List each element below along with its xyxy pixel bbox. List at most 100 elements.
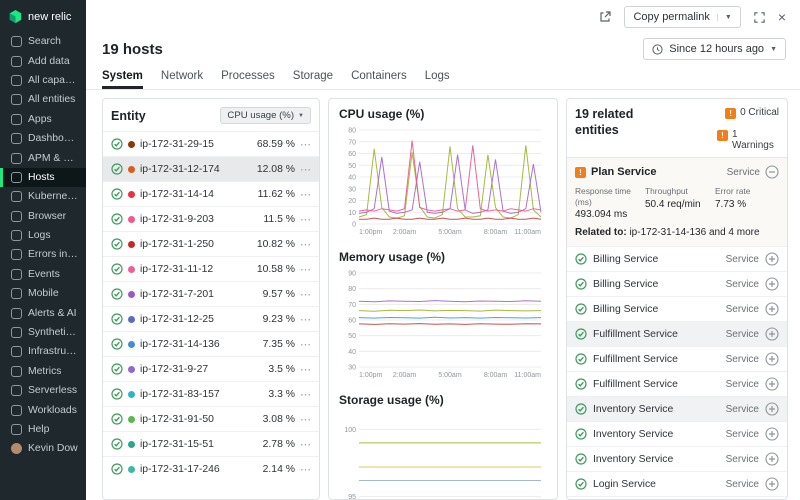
expand-service-button[interactable]	[765, 427, 779, 441]
row-menu-icon[interactable]: ⋯	[300, 263, 311, 276]
row-menu-icon[interactable]: ⋯	[300, 238, 311, 251]
row-menu-icon[interactable]: ⋯	[300, 188, 311, 201]
expand-service-button[interactable]	[765, 477, 779, 491]
sidebar-item-all-entities[interactable]: All entities	[0, 90, 86, 109]
expand-service-button[interactable]	[765, 277, 779, 291]
host-row[interactable]: ip-172-31-11-12 10.58 % ⋯	[103, 256, 319, 281]
cpu-usage-plot: 80 70 60 50 40 30 20 10 01:00pm 2:00am 5:00am 8:00a…	[348, 128, 542, 236]
sidebar-item-logs[interactable]: Logs	[0, 226, 86, 245]
related-service-row[interactable]: Fulfillment Service Service	[567, 371, 787, 396]
row-menu-icon[interactable]: ⋯	[300, 388, 311, 401]
sidebar-item-errors-inbox[interactable]: Errors inbox	[0, 245, 86, 264]
related-service-row[interactable]: Inventory Service Service	[567, 446, 787, 471]
related-service-row[interactable]: Inventory Service Service	[567, 396, 787, 421]
expanded-service-card: ! Plan Service Service Response time (ms…	[567, 157, 787, 246]
sidebar-item-kevin-dow[interactable]: Kevin Dow	[0, 439, 86, 458]
row-menu-icon[interactable]: ⋯	[300, 213, 311, 226]
sidebar-item-infrastructure[interactable]: Infrastructure	[0, 342, 86, 361]
close-icon[interactable]: ×	[778, 10, 786, 24]
host-row[interactable]: ip-172-31-1-250 10.82 % ⋯	[103, 231, 319, 256]
host-row[interactable]: ip-172-31-9-203 11.5 % ⋯	[103, 206, 319, 231]
host-row[interactable]: ip-172-31-14-136 7.35 % ⋯	[103, 331, 319, 356]
service-metric: Error rate 7.73 %	[715, 186, 779, 220]
metric-selector-dropdown[interactable]: CPU usage (%) ▼	[220, 107, 311, 124]
sidebar-item-workloads[interactable]: Workloads	[0, 400, 86, 419]
time-picker-button[interactable]: Since 12 hours ago ▼	[643, 38, 786, 60]
sidebar-item-apm-services[interactable]: APM & services	[0, 148, 86, 167]
collapse-service-button[interactable]	[765, 165, 779, 179]
host-row[interactable]: ip-172-31-91-50 3.08 % ⋯	[103, 406, 319, 431]
expand-service-button[interactable]	[765, 402, 779, 416]
expand-service-button[interactable]	[765, 327, 779, 341]
export-icon[interactable]	[598, 10, 612, 24]
sidebar-item-label: Add data	[28, 55, 70, 67]
row-menu-icon[interactable]: ⋯	[300, 463, 311, 476]
svg-text:80: 80	[348, 286, 356, 293]
expand-service-button[interactable]	[765, 377, 779, 391]
sidebar-item-label: Errors inbox	[28, 249, 78, 261]
related-service-row[interactable]: Billing Service Service	[567, 271, 787, 296]
host-row[interactable]: ip-172-31-14-14 11.62 % ⋯	[103, 181, 319, 206]
sidebar-item-help[interactable]: Help	[0, 420, 86, 439]
tab-system[interactable]: System	[102, 70, 143, 89]
host-row[interactable]: ip-172-31-12-174 12.08 % ⋯	[103, 156, 319, 181]
expand-service-button[interactable]	[765, 252, 779, 266]
row-menu-icon[interactable]: ⋯	[300, 313, 311, 326]
row-menu-icon[interactable]: ⋯	[300, 138, 311, 151]
tab-containers[interactable]: Containers	[351, 70, 407, 89]
sidebar-item-dashboards[interactable]: Dashboards	[0, 129, 86, 148]
sidebar-item-serverless[interactable]: Serverless	[0, 381, 86, 400]
row-menu-icon[interactable]: ⋯	[300, 438, 311, 451]
tab-network[interactable]: Network	[161, 70, 203, 89]
expand-icon[interactable]	[753, 11, 766, 24]
expand-service-button[interactable]	[765, 352, 779, 366]
row-menu-icon[interactable]: ⋯	[300, 413, 311, 426]
chevron-down-icon[interactable]: ▼	[716, 13, 732, 21]
sidebar-item-mobile[interactable]: Mobile	[0, 284, 86, 303]
svg-text:60: 60	[348, 318, 356, 325]
related-panel-title: 19 related entities	[575, 107, 634, 137]
sidebar-item-metrics[interactable]: Metrics	[0, 362, 86, 381]
host-row[interactable]: ip-172-31-17-246 2.14 % ⋯	[103, 456, 319, 481]
service-name: Inventory Service	[593, 453, 674, 465]
row-menu-icon[interactable]: ⋯	[300, 288, 311, 301]
host-row[interactable]: ip-172-31-15-51 2.78 % ⋯	[103, 431, 319, 456]
sidebar-item-all-capabilities[interactable]: All capabilities	[0, 71, 86, 90]
sidebar-item-search[interactable]: Search	[0, 32, 86, 51]
tab-storage[interactable]: Storage	[293, 70, 333, 89]
related-service-row[interactable]: Fulfillment Service Service	[567, 321, 787, 346]
related-service-row[interactable]: Inventory Service Service	[567, 421, 787, 446]
tab-logs[interactable]: Logs	[425, 70, 450, 89]
row-menu-icon[interactable]: ⋯	[300, 338, 311, 351]
copy-permalink-button[interactable]: Copy permalink ▼	[624, 6, 741, 28]
row-menu-icon[interactable]: ⋯	[300, 363, 311, 376]
svg-text:11:00am: 11:00am	[514, 229, 541, 236]
sidebar-item-add-data[interactable]: Add data	[0, 51, 86, 70]
related-service-row[interactable]: Billing Service Service	[567, 296, 787, 321]
sidebar-item-browser[interactable]: Browser	[0, 207, 86, 226]
tab-processes[interactable]: Processes	[221, 70, 275, 89]
sidebar-item-alerts-ai[interactable]: Alerts & AI	[0, 303, 86, 322]
related-service-row[interactable]: Fulfillment Service Service	[567, 346, 787, 371]
host-row[interactable]: ip-172-31-29-15 68.59 % ⋯	[103, 131, 319, 156]
sidebar-item-kubernetes[interactable]: Kubernetes	[0, 187, 86, 206]
related-service-row[interactable]: Login Service Service	[567, 496, 787, 499]
service-name: Fulfillment Service	[593, 353, 678, 365]
expand-service-button[interactable]	[765, 452, 779, 466]
related-service-row[interactable]: Billing Service Service	[567, 246, 787, 271]
related-to-value[interactable]: ip-172-31-14-136 and 4 more	[629, 227, 759, 238]
sidebar-item-events[interactable]: Events	[0, 265, 86, 284]
host-row[interactable]: ip-172-31-12-25 9.23 % ⋯	[103, 306, 319, 331]
health-ok-icon	[111, 313, 123, 325]
brand-logo[interactable]: new relic	[0, 0, 86, 32]
host-row[interactable]: ip-172-31-9-27 3.5 % ⋯	[103, 356, 319, 381]
sidebar-item-synthetic-monitoring[interactable]: Synthetic monitoring	[0, 323, 86, 342]
row-menu-icon[interactable]: ⋯	[300, 163, 311, 176]
host-row[interactable]: ip-172-31-7-201 9.57 % ⋯	[103, 281, 319, 306]
service-metric: Throughput 50.4 req/min	[645, 186, 709, 220]
sidebar-item-hosts[interactable]: Hosts	[0, 167, 86, 188]
host-row[interactable]: ip-172-31-83-157 3.3 % ⋯	[103, 381, 319, 406]
sidebar-item-apps[interactable]: Apps	[0, 110, 86, 129]
expand-service-button[interactable]	[765, 302, 779, 316]
related-service-row[interactable]: Login Service Service	[567, 471, 787, 496]
